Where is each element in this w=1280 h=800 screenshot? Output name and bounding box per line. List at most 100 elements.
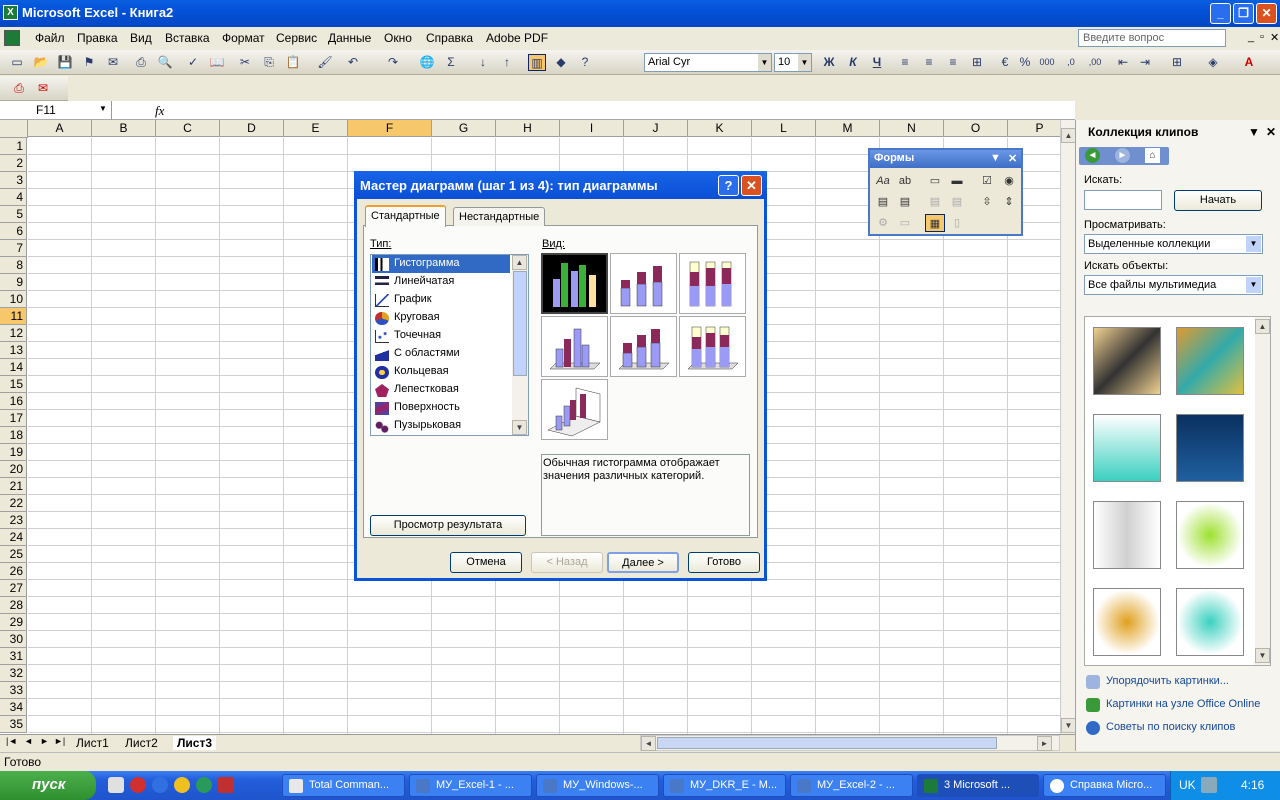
row-header[interactable]: 31 [0,648,27,665]
insert-function-icon[interactable]: fx [155,103,164,119]
doc-close-button[interactable]: ✕ [1270,31,1279,44]
clips-online-link[interactable]: Картинки на узле Office Online [1084,698,1260,712]
doc-restore-button[interactable]: ▫ [1260,31,1264,43]
column-header[interactable]: J [624,120,688,137]
align-center-icon[interactable]: ≡ [920,54,938,71]
column-header[interactable]: F [348,120,432,137]
workbook-icon[interactable] [4,30,20,46]
spelling-icon[interactable]: ✓ [184,54,202,71]
chart-type-item[interactable]: Поверхность [372,399,510,417]
forward-icon[interactable]: ► [1115,148,1130,163]
autosum-icon[interactable]: Σ [442,54,460,71]
font-name-select[interactable]: Arial Cyr ▼ [644,53,772,72]
clip-thumbnail[interactable] [1093,501,1161,569]
scroll-up-icon[interactable]: ▲ [1061,128,1076,143]
last-sheet-icon[interactable]: ►| [54,736,65,746]
pdf-icon[interactable]: ⎙ [10,80,28,97]
cut-icon[interactable]: ✂ [236,54,254,71]
language-indicator[interactable]: UK [1179,778,1196,792]
row-header[interactable]: 5 [0,206,27,223]
edit-box-icon[interactable]: ab [895,172,915,190]
scroll-down-icon[interactable]: ▼ [1061,718,1076,733]
task-word-4[interactable]: МУ_Excel-2 - ... [790,774,913,797]
open-icon[interactable]: 📂 [32,54,50,71]
font-color-icon[interactable]: A [1240,54,1258,71]
column-header[interactable]: A [28,120,92,137]
row-header[interactable]: 34 [0,699,27,716]
column-header[interactable]: I [560,120,624,137]
go-button[interactable]: Начать [1174,190,1262,211]
dialog-close-button[interactable]: ✕ [741,175,762,196]
organize-clips-link[interactable]: Упорядочить картинки... [1084,675,1229,689]
media-icon[interactable] [174,777,190,793]
column-header[interactable]: M [816,120,880,137]
column-header[interactable]: N [880,120,944,137]
menu-window[interactable]: Окно [384,31,412,45]
borders-icon[interactable]: ⊞ [1168,54,1186,71]
column-header[interactable]: L [752,120,816,137]
excel-app-icon[interactable]: X [3,5,18,20]
row-header[interactable]: 35 [0,716,27,733]
clip-thumbnail[interactable] [1176,501,1244,569]
row-header[interactable]: 15 [0,376,27,393]
print-icon[interactable]: ⎙ [132,54,150,71]
row-header[interactable]: 6 [0,223,27,240]
chart-type-item[interactable]: Гистограмма [372,255,510,273]
chevron-down-icon[interactable]: ▼ [99,104,107,113]
increase-decimal-icon[interactable]: ,0 [1062,54,1080,71]
font-size-select[interactable]: 10 ▼ [774,53,812,72]
column-header[interactable]: C [156,120,220,137]
row-header[interactable]: 11 [0,308,27,325]
chart-wizard-icon[interactable]: ▥ [528,54,546,71]
chevron-down-icon[interactable]: ▼ [1248,125,1260,139]
browse-select[interactable]: Выделенные коллекции ▼ [1084,234,1263,254]
clip-thumbnail[interactable] [1176,327,1244,395]
subtype-3d-column[interactable] [541,379,608,440]
sheet-tab-3[interactable]: Лист3 [173,736,217,750]
subtype-3d-stacked-column[interactable] [610,316,677,377]
underline-button[interactable]: Ч [868,54,886,71]
clip-thumbnail[interactable] [1176,414,1244,482]
spinner-icon[interactable]: ⇕ [999,193,1019,211]
menu-data[interactable]: Данные [328,31,371,45]
help-icon[interactable]: ? [576,54,594,71]
minimize-button[interactable]: _ [1210,3,1231,24]
next-sheet-icon[interactable]: ► [40,736,49,746]
menu-view[interactable]: Вид [130,31,152,45]
percent-icon[interactable]: % [1016,54,1034,71]
chart-type-item[interactable]: Лепестковая [372,381,510,399]
drawing-icon[interactable]: ◆ [552,54,570,71]
doc-minimize-button[interactable]: _ [1248,31,1254,43]
quicklaunch-icon[interactable] [108,777,124,793]
row-header[interactable]: 1 [0,138,27,155]
clip-thumbnail[interactable] [1093,588,1161,656]
label-icon[interactable]: Aa [873,172,893,190]
align-right-icon[interactable]: ≡ [944,54,962,71]
row-header[interactable]: 7 [0,240,27,257]
copy-icon[interactable]: ⎘ [260,54,278,71]
redo-icon[interactable]: ↷ [384,54,402,71]
row-header[interactable]: 24 [0,529,27,546]
first-sheet-icon[interactable]: |◄ [6,736,17,746]
help-button[interactable]: ? [718,175,739,196]
clip-thumbnail[interactable] [1093,327,1161,395]
sheet-tab-1[interactable]: Лист1 [76,736,109,750]
permission-icon[interactable]: ⚑ [80,54,98,71]
scroll-down-icon[interactable]: ▼ [512,420,527,435]
chevron-down-icon[interactable]: ▼ [990,152,1001,164]
menu-edit[interactable]: Правка [77,31,118,45]
new-icon[interactable]: ▭ [8,54,26,71]
back-icon[interactable]: ◄ [1085,148,1100,163]
row-header[interactable]: 16 [0,393,27,410]
column-header[interactable]: P [1008,120,1060,137]
tab-standard[interactable]: Стандартные [365,205,446,227]
sort-descending-icon[interactable]: ↑ [498,54,516,71]
dialog-title-bar[interactable]: Мастер диаграмм (шаг 1 из 4): тип диагра… [354,171,767,199]
row-header[interactable]: 26 [0,563,27,580]
type-list-scrollbar[interactable]: ▲ ▼ [512,255,528,435]
help-search-input[interactable]: Введите вопрос [1078,29,1226,47]
preview-button[interactable]: Просмотр результата [370,515,526,536]
column-header[interactable]: D [220,120,284,137]
clock[interactable]: 4:16 [1241,778,1264,792]
close-button[interactable]: ✕ [1256,3,1277,24]
